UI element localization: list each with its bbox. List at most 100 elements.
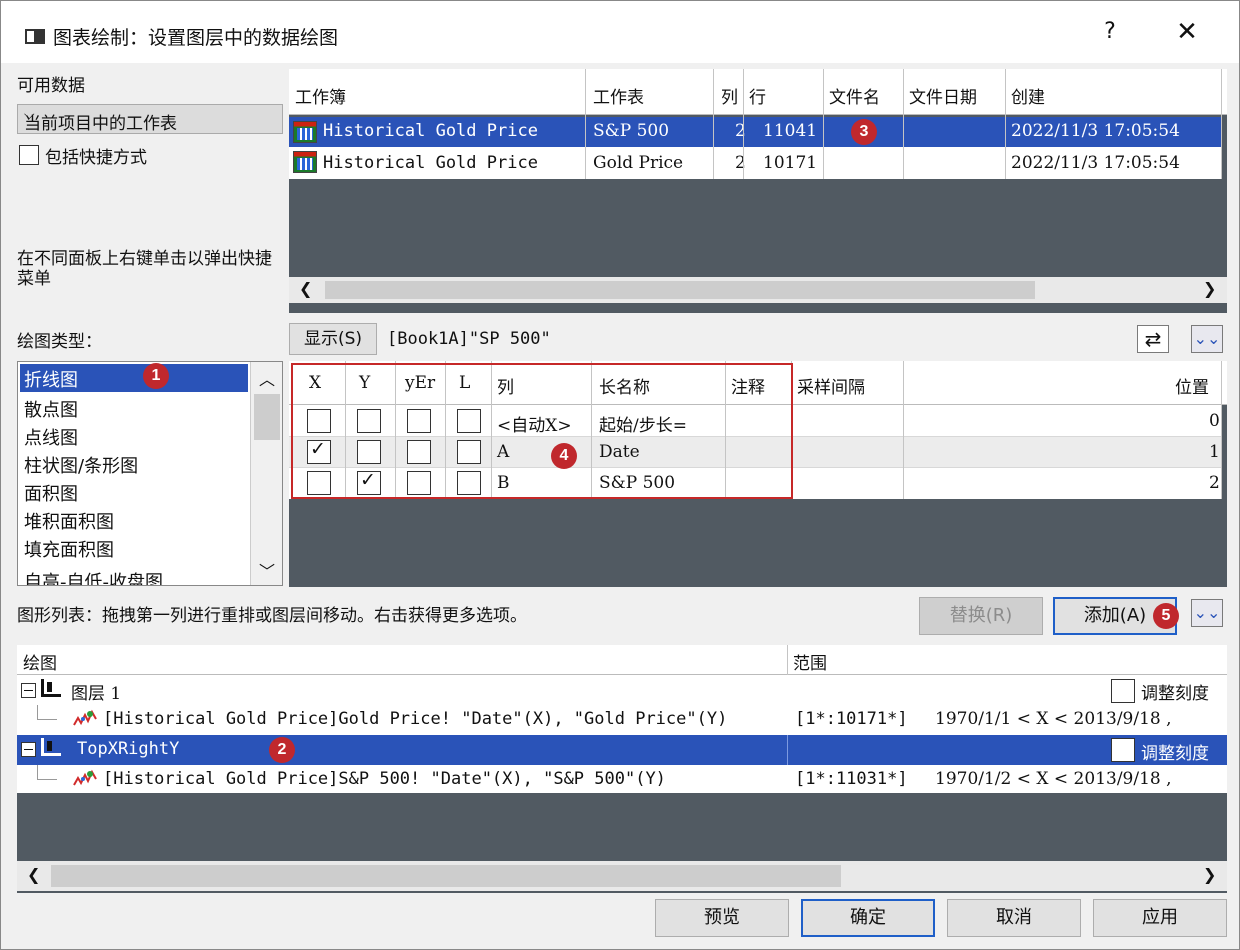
plot2-range: [1*:11031*] — [795, 769, 908, 789]
badge-4: 4 — [551, 443, 577, 469]
column-table[interactable]: X Y yEr L 列 长名称 注释 采样间隔 位置 <自动X> 起始/步长= … — [289, 361, 1227, 587]
row2-cols: 2 — [735, 153, 746, 173]
line-plot-icon — [73, 709, 97, 727]
collapse-icon[interactable] — [21, 742, 36, 757]
workbook-hscrollbar[interactable]: ❮ ❯ — [289, 277, 1227, 303]
plot-type-scrollbar[interactable]: ︿ ﹀ — [250, 362, 282, 585]
scroll-thumb[interactable] — [254, 394, 280, 440]
header-workbook[interactable]: 工作簿 — [295, 83, 346, 108]
expand-icon[interactable]: ⌄⌄ — [1191, 325, 1223, 353]
plot-list-hint: 图形列表：拖拽第一列进行重排或图层间移动。右击获得更多选项。 — [17, 606, 527, 626]
plot-setup-dialog: 图表绘制：设置图层中的数据绘图 ? ✕ 可用数据 当前项目中的工作表 ⌵ 包括快… — [0, 0, 1240, 950]
scroll-left-icon[interactable]: ❮ — [27, 865, 40, 884]
header-filedate[interactable]: 文件日期 — [909, 83, 977, 108]
rescale-label: 调整刻度 — [1141, 684, 1209, 704]
scroll-down-icon[interactable]: ﹀ — [259, 558, 275, 582]
plot-type-item[interactable]: 点线图 — [24, 424, 78, 450]
include-shortcuts-checkbox[interactable] — [19, 145, 39, 165]
scroll-thumb[interactable] — [325, 281, 1035, 299]
plot-type-label: 绘图类型： — [17, 332, 102, 352]
dialog-title: 图表绘制：设置图层中的数据绘图 — [53, 27, 339, 49]
plot2-range-limits: 1970/1/2 < X < 2013/9/18 , — [935, 769, 1172, 789]
rescale-label: 调整刻度 — [1141, 744, 1209, 764]
workbook-icon — [293, 121, 317, 143]
cancel-button[interactable]: 取消 — [947, 899, 1081, 937]
layer1-label[interactable]: 图层 1 — [71, 679, 121, 704]
scroll-right-icon[interactable]: ❯ — [1203, 865, 1216, 884]
highlight-box — [291, 363, 793, 499]
header-filename[interactable]: 文件名 — [829, 83, 880, 108]
apply-button[interactable]: 应用 — [1093, 899, 1227, 937]
row2-book: Historical Gold Price — [323, 153, 538, 173]
plot1-range: [1*:10171*] — [795, 709, 908, 729]
title-bar: 图表绘制：设置图层中的数据绘图 ? ✕ — [1, 1, 1239, 63]
badge-1: 1 — [143, 363, 169, 389]
row0-position: 0 — [1209, 411, 1220, 431]
workbook-icon — [293, 151, 317, 173]
row1-rows: 11041 — [763, 121, 818, 141]
preview-button[interactable]: 预览 — [655, 899, 789, 937]
header-created[interactable]: 创建 — [1011, 83, 1045, 108]
plot-list-header: 绘图 范围 — [17, 645, 1227, 675]
badge-2: 2 — [269, 737, 295, 763]
replace-button[interactable]: 替换(R) — [919, 597, 1043, 635]
row2-position: 2 — [1209, 473, 1220, 493]
workbook-table-header: 工作簿 工作表 列 行 文件名 文件日期 创建 — [289, 69, 1227, 115]
plot-type-item[interactable]: 散点图 — [24, 396, 78, 422]
chevron-down-icon: ⌵ — [24, 107, 35, 123]
row1-created: 2022/11/3 17:05:54 — [1011, 121, 1180, 141]
plot-type-item[interactable]: 堆积面积图 — [24, 508, 114, 534]
ok-button[interactable]: 确定 — [801, 899, 935, 937]
header-sheet[interactable]: 工作表 — [593, 83, 644, 108]
scroll-up-icon[interactable]: ︿ — [259, 366, 275, 390]
close-button[interactable]: ✕ — [1169, 17, 1205, 47]
plot-type-item[interactable]: 自高-自低-收盘图 — [24, 568, 163, 585]
row1-sheet: S&P 500 — [593, 121, 670, 141]
plot1-desc[interactable]: [Historical Gold Price]Gold Price! "Date… — [103, 709, 727, 729]
plot-type-item[interactable]: 柱状图/条形图 — [24, 452, 138, 478]
layer-icon — [41, 738, 61, 756]
header-sampling[interactable]: 采样间隔 — [797, 373, 865, 398]
swap-icon[interactable]: ⇄ — [1137, 325, 1169, 353]
row1-position: 1 — [1209, 442, 1220, 462]
include-shortcuts-label: 包括快捷方式 — [45, 148, 147, 168]
plot-list-hscrollbar[interactable]: ❮ ❯ — [17, 861, 1227, 891]
plot-type-list[interactable]: 折线图 散点图 点线图 柱状图/条形图 面积图 堆积面积图 填充面积图 自高-自… — [17, 361, 283, 586]
data-source-combo[interactable]: 当前项目中的工作表 ⌵ — [17, 104, 283, 134]
plot2-desc[interactable]: [Historical Gold Price]S&P 500! "Date"(X… — [103, 769, 666, 789]
header-plot[interactable]: 绘图 — [23, 649, 57, 674]
plot-type-item[interactable]: 填充面积图 — [24, 536, 114, 562]
header-range[interactable]: 范围 — [793, 649, 827, 674]
layer2-label[interactable]: TopXRightY — [77, 739, 179, 759]
right-click-hint: 在不同面板上右键单击以弹出快捷菜单 — [17, 249, 272, 289]
scroll-thumb[interactable] — [51, 865, 841, 887]
plot-list[interactable]: 绘图 范围 图层 1 调整刻度 [Historical Gold Price]G… — [17, 645, 1227, 893]
row1-book: Historical Gold Price — [323, 121, 538, 141]
badge-5: 5 — [1153, 603, 1179, 629]
sheet-reference: [Book1A]"SP 500" — [387, 329, 551, 349]
workbook-table[interactable]: 工作簿 工作表 列 行 文件名 文件日期 创建 Historical Gold … — [289, 69, 1227, 313]
header-rows[interactable]: 行 — [749, 83, 766, 108]
plot1-range-limits: 1970/1/1 < X < 2013/9/18 , — [935, 709, 1172, 729]
row2-sheet: Gold Price — [593, 153, 684, 173]
plot-type-item[interactable]: 折线图 — [24, 366, 78, 392]
row1-cols: 2 — [735, 121, 746, 141]
header-position[interactable]: 位置 — [1175, 373, 1209, 398]
badge-3: 3 — [851, 119, 877, 145]
row2-rows: 10171 — [763, 153, 818, 173]
expand-icon[interactable]: ⌄⌄ — [1191, 599, 1223, 627]
app-window-icon — [25, 29, 45, 44]
layer-icon — [41, 679, 61, 697]
rescale-checkbox[interactable] — [1111, 679, 1135, 703]
plot-type-item[interactable]: 面积图 — [24, 480, 78, 506]
rescale-checkbox[interactable] — [1111, 738, 1135, 762]
show-button[interactable]: 显示(S) — [289, 323, 377, 355]
scroll-right-icon[interactable]: ❯ — [1203, 279, 1216, 298]
scroll-left-icon[interactable]: ❮ — [299, 279, 312, 298]
plot-list-selected-row[interactable] — [17, 735, 1227, 765]
header-cols[interactable]: 列 — [721, 83, 738, 108]
line-plot-icon — [73, 769, 97, 787]
collapse-icon[interactable] — [21, 683, 36, 698]
help-button[interactable]: ? — [1095, 19, 1125, 44]
available-data-label: 可用数据 — [17, 76, 85, 96]
